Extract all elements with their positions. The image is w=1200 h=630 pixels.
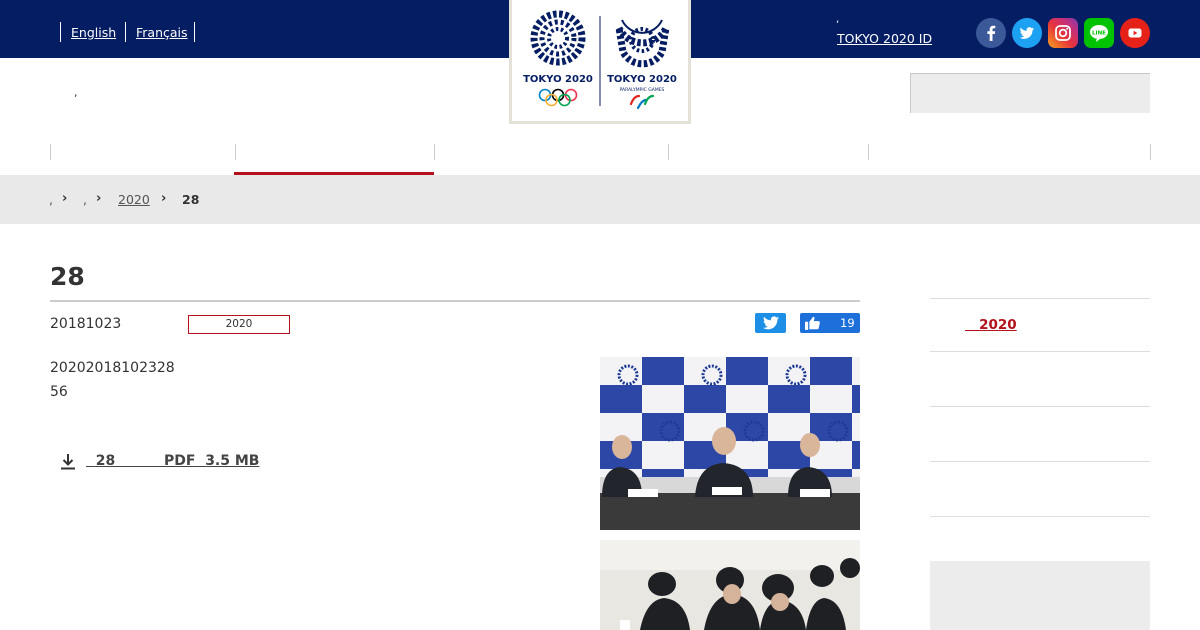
title-divider	[50, 300, 860, 302]
sidebar-divider	[930, 516, 1150, 517]
tweet-button[interactable]	[755, 313, 786, 333]
paralympic-logo-text: TOKYO 2020	[607, 74, 677, 85]
article-text-line: 56	[50, 384, 68, 400]
nav-divider	[668, 144, 669, 160]
sidebar-divider	[930, 461, 1150, 462]
olympic-emblem-icon	[530, 10, 586, 66]
breadcrumb-item-section[interactable]: ,	[83, 192, 87, 207]
sidebar-divider	[930, 351, 1150, 352]
language-english-link[interactable]: English	[60, 22, 116, 42]
nav-divider	[235, 144, 236, 160]
nav-divider	[50, 144, 51, 160]
search-input[interactable]	[910, 73, 1150, 113]
nav-divider	[434, 144, 435, 160]
download-format: PDF	[163, 453, 196, 469]
category-tag[interactable]: 2020	[188, 315, 290, 334]
youtube-icon[interactable]	[1120, 18, 1150, 48]
breadcrumb-item-2020[interactable]: 2020	[118, 192, 150, 207]
agitos-icon	[629, 94, 655, 110]
olympic-logo-text: TOKYO 2020	[523, 74, 593, 85]
thumbs-up-icon	[805, 316, 820, 330]
sidebar-item-2020[interactable]: 2020	[965, 317, 1017, 333]
twitter-icon	[762, 316, 779, 330]
chevron-right-icon: ›	[96, 191, 102, 206]
breadcrumb-item-home[interactable]: ,	[49, 192, 53, 207]
sidebar-banner[interactable]	[930, 561, 1150, 630]
download-number: 28	[95, 453, 116, 469]
olympic-rings-icon	[538, 88, 578, 107]
svg-text:LINE: LINE	[1092, 31, 1106, 37]
nav-divider	[868, 144, 869, 160]
paralympic-logo-subtext: PARALYMPIC GAMES	[620, 87, 665, 93]
line-icon[interactable]: LINE	[1084, 18, 1114, 48]
twitter-icon[interactable]	[1012, 18, 1042, 48]
chevron-right-icon: ›	[62, 191, 68, 206]
language-divider	[194, 22, 195, 42]
breadcrumb	[0, 175, 1200, 224]
breadcrumb-current: 28	[182, 192, 200, 207]
paralympic-emblem-icon	[615, 19, 670, 68]
download-icon	[61, 454, 75, 470]
tokyo-2020-logo[interactable]: TOKYO 2020 TOKYO 2020 PARALYMPIC GAMES	[509, 0, 691, 124]
sidebar-divider	[930, 406, 1150, 407]
page-title: 28	[50, 262, 85, 291]
nav-divider	[1150, 144, 1151, 160]
press-conference-photo	[600, 357, 860, 530]
sidebar-divider	[930, 298, 1150, 299]
chevron-right-icon: ›	[161, 191, 167, 206]
download-size: 3.5 MB	[205, 453, 260, 469]
tokyo-id-mark: ,	[836, 14, 840, 25]
header-mark: ,	[74, 86, 78, 99]
post-date: 20181023	[50, 316, 122, 332]
like-button[interactable]: 19	[800, 313, 860, 333]
article-text-line: 20202018102328	[50, 360, 175, 376]
tokyo-2020-id-link[interactable]: TOKYO 2020 ID	[837, 31, 932, 46]
like-count: 19	[840, 316, 855, 330]
instagram-icon[interactable]	[1048, 18, 1078, 48]
meeting-photo	[600, 540, 860, 630]
language-french-link[interactable]: Français	[125, 22, 188, 42]
facebook-icon[interactable]	[976, 18, 1006, 48]
